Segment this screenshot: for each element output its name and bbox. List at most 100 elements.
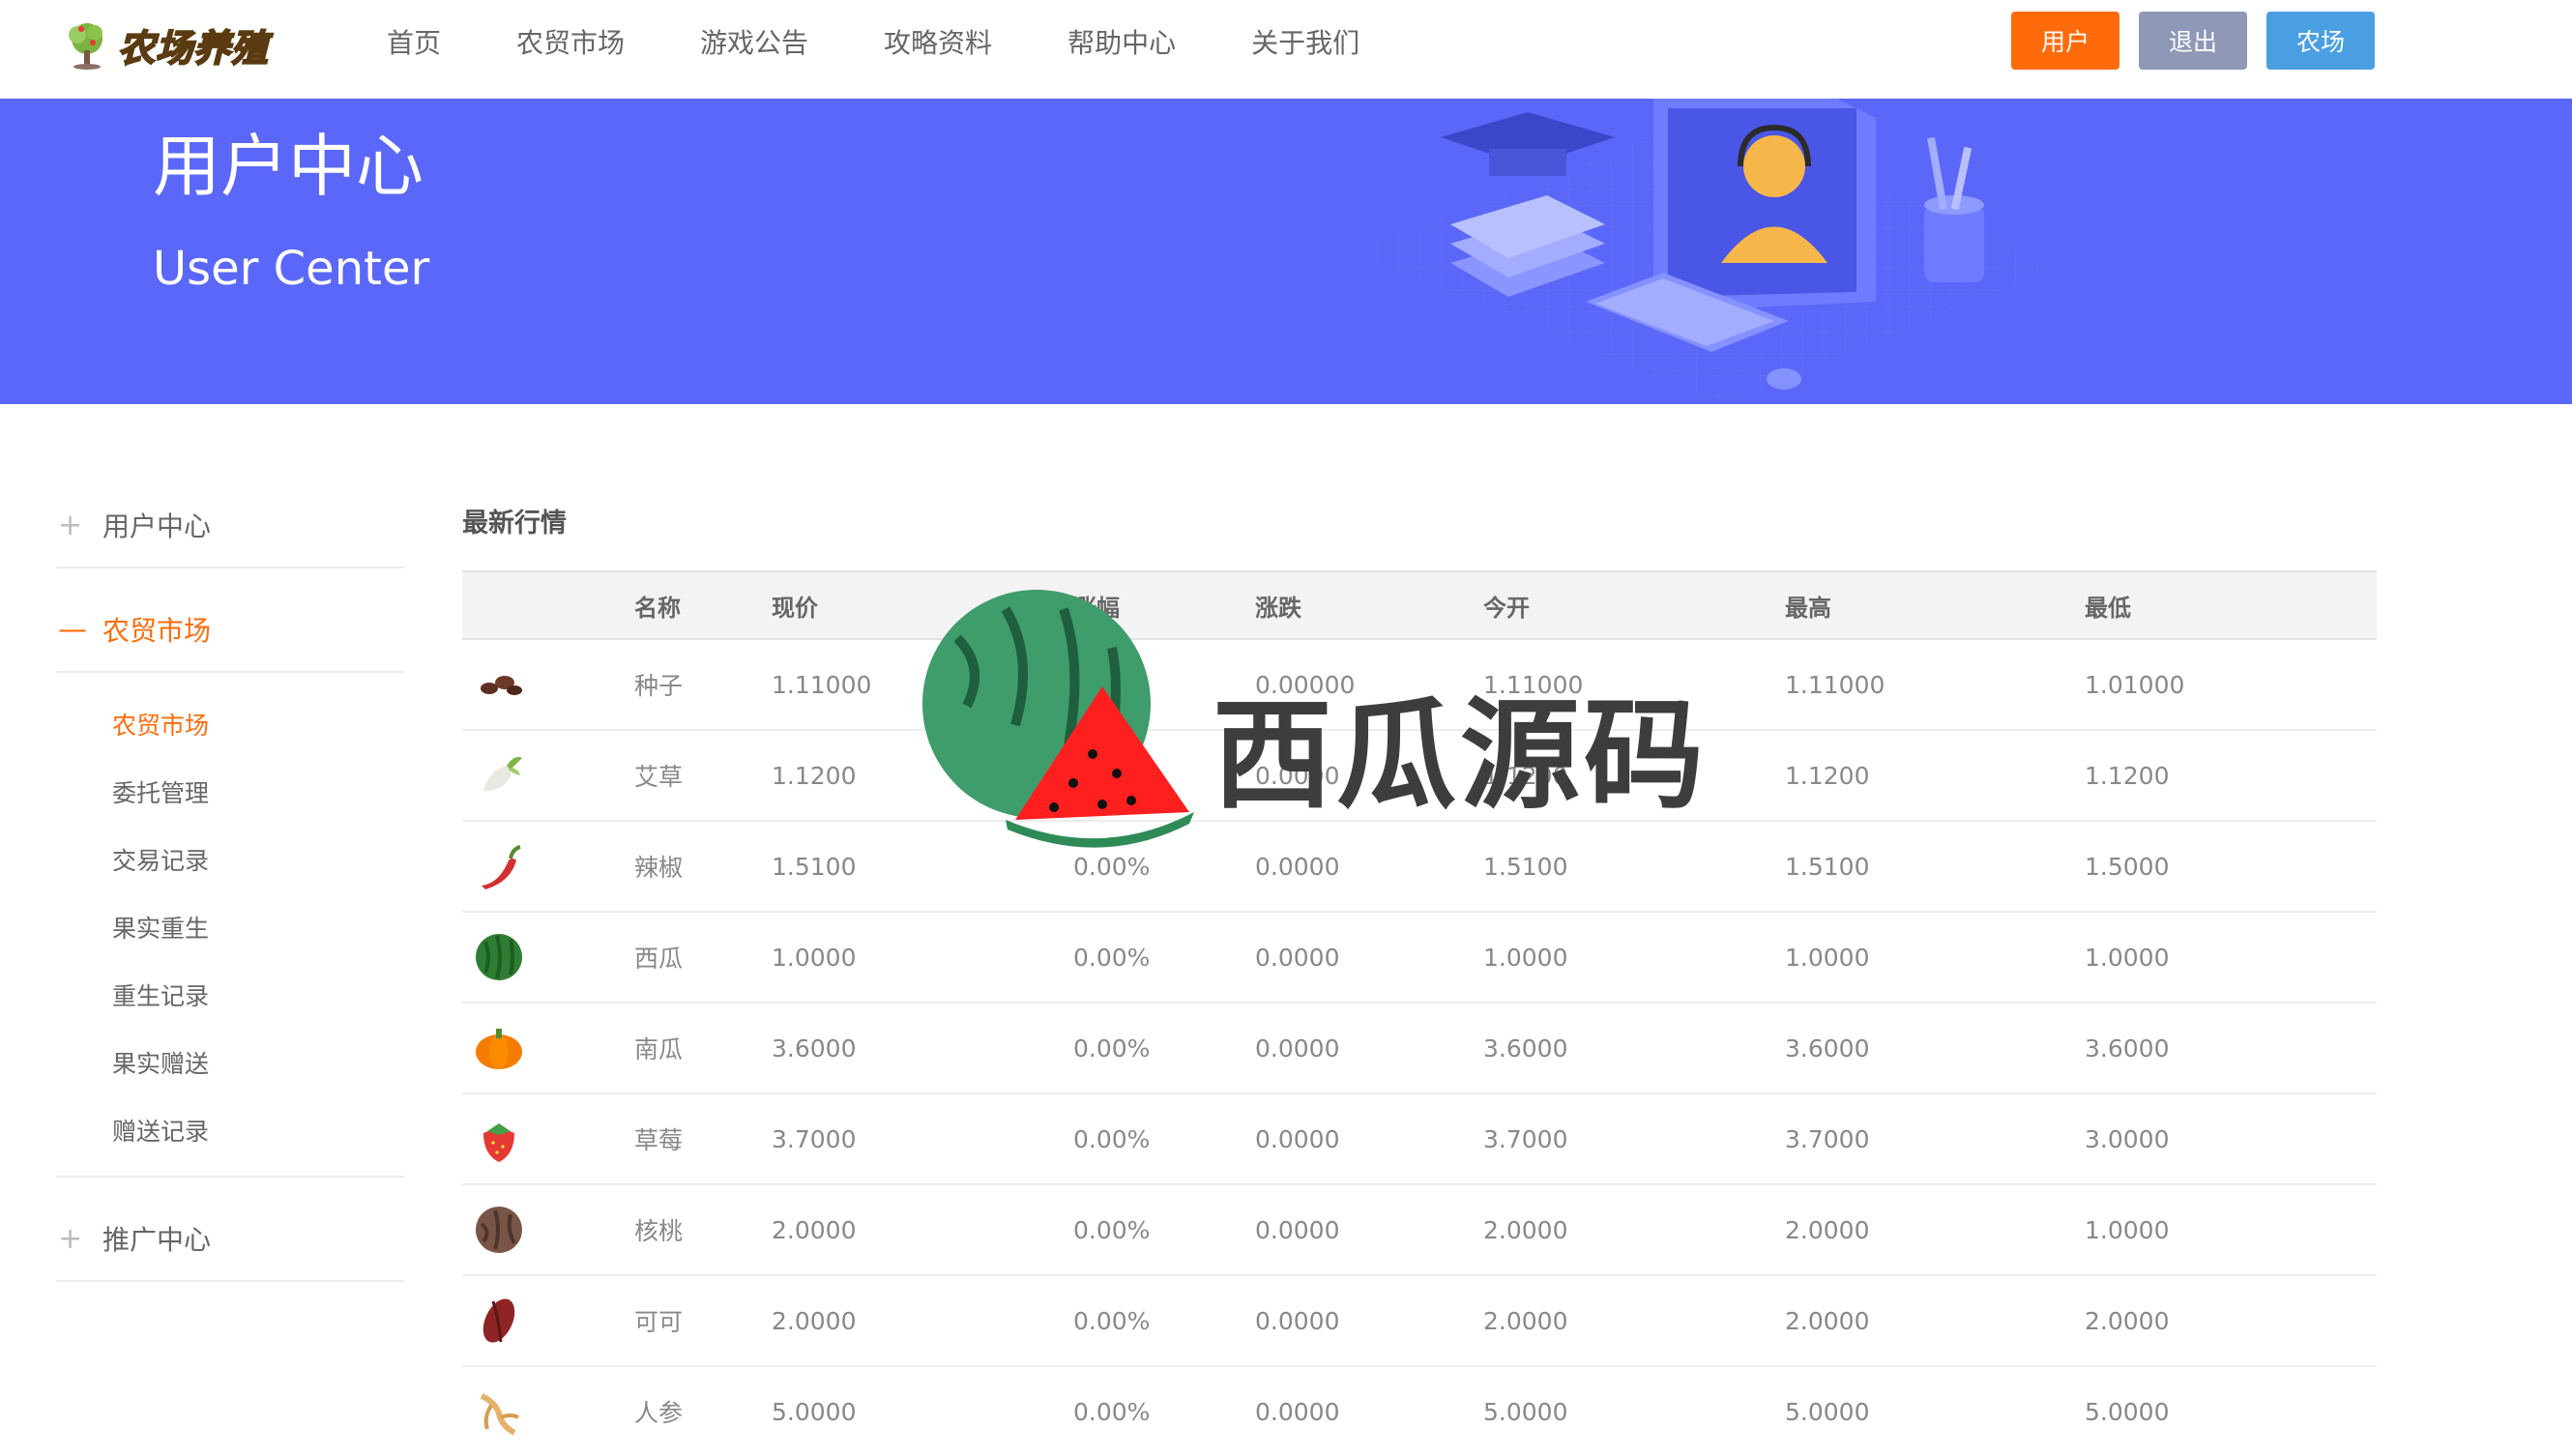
table-row[interactable]: 西瓜 1.0000 0.00% 0.0000 1.0000 1.0000 1.0000 bbox=[462, 912, 2377, 1004]
col-icon bbox=[462, 571, 634, 639]
row-icon-cell bbox=[462, 1003, 634, 1094]
cell-change: 0.0000 bbox=[1255, 1366, 1483, 1456]
cell-change: 0.0000 bbox=[1255, 1093, 1483, 1185]
cell-name: 辣椒 bbox=[634, 821, 772, 913]
sidebar-group-label: 农贸市场 bbox=[102, 615, 212, 647]
cell-low: 3.0000 bbox=[2085, 1093, 2377, 1185]
top-header: 农场养殖 首页 农贸市场 游戏公告 攻略资料 帮助中心 关于我们 用户 退出 农… bbox=[0, 0, 2572, 99]
cell-open: 1.0000 bbox=[1483, 912, 1785, 1004]
cell-low: 3.6000 bbox=[2085, 1003, 2377, 1094]
sidebar-group-user-center[interactable]: + 用户中心 bbox=[56, 483, 404, 568]
cell-change-pct: 0.00% bbox=[1073, 1093, 1255, 1185]
row-icon-cell bbox=[462, 821, 634, 913]
sidebar-item-rebirth-records[interactable]: 重生记录 bbox=[56, 963, 404, 1031]
cell-high: 3.7000 bbox=[1785, 1093, 2085, 1185]
tree-logo-icon bbox=[69, 23, 102, 70]
row-icon-cell bbox=[462, 1093, 634, 1185]
sidebar-group-promotion[interactable]: + 推广中心 bbox=[56, 1197, 404, 1282]
row-icon-cell bbox=[462, 912, 634, 1004]
sidebar-group-label: 用户中心 bbox=[102, 510, 212, 542]
cell-price: 5.0000 bbox=[772, 1366, 1073, 1456]
col-low: 最低 bbox=[2085, 594, 2131, 622]
cell-low: 5.0000 bbox=[2085, 1366, 2377, 1456]
cell-open: 5.0000 bbox=[1483, 1366, 1785, 1456]
nav-market[interactable]: 农贸市场 bbox=[516, 22, 625, 61]
collapse-minus-icon: — bbox=[58, 612, 87, 647]
cell-change-pct: 0.00% bbox=[1073, 1003, 1255, 1094]
section-title: 最新行情 bbox=[462, 509, 567, 539]
nav-about[interactable]: 关于我们 bbox=[1251, 22, 1359, 61]
cell-low: 1.0000 bbox=[2085, 912, 2377, 1004]
table-row[interactable]: 南瓜 3.6000 0.00% 0.0000 3.6000 3.6000 3.6000 bbox=[462, 1003, 2377, 1094]
nav-guides[interactable]: 攻略资料 bbox=[884, 22, 992, 61]
cell-name: 南瓜 bbox=[634, 1003, 772, 1094]
cell-price: 3.6000 bbox=[772, 1003, 1073, 1094]
cacao-icon bbox=[482, 1298, 515, 1343]
sidebar-item-orders[interactable]: 委托管理 bbox=[56, 760, 404, 828]
cell-high: 2.0000 bbox=[1785, 1184, 2085, 1276]
cell-low: 1.1200 bbox=[2085, 730, 2377, 822]
pumpkin-icon bbox=[476, 1029, 522, 1069]
sidebar-group-market[interactable]: — 农贸市场 bbox=[56, 588, 404, 673]
sidebar-item-fruit-rebirth[interactable]: 果实重生 bbox=[56, 895, 404, 963]
cell-price: 1.0000 bbox=[772, 912, 1073, 1004]
user-center-banner: 用户中心 User Center bbox=[0, 99, 2572, 404]
cell-change: 0.0000 bbox=[1255, 1275, 1483, 1367]
user-button[interactable]: 用户 bbox=[2011, 12, 2119, 70]
sidebar-group-label: 推广中心 bbox=[102, 1224, 212, 1256]
cell-price: 3.7000 bbox=[772, 1093, 1073, 1185]
cell-open: 3.6000 bbox=[1483, 1003, 1785, 1094]
row-icon-cell bbox=[462, 1366, 634, 1456]
watermark-text: 西瓜源码 bbox=[1213, 686, 1709, 826]
table-row[interactable]: 核桃 2.0000 0.00% 0.0000 2.0000 2.0000 1.0000 bbox=[462, 1184, 2377, 1276]
chili-icon bbox=[482, 845, 521, 889]
sidebar-submenu-market: 农贸市场 委托管理 交易记录 果实重生 重生记录 果实赠送 赠送记录 bbox=[56, 692, 404, 1178]
sidebar-item-fruit-gift[interactable]: 果实赠送 bbox=[56, 1031, 404, 1098]
farm-button[interactable]: 农场 bbox=[2266, 12, 2375, 70]
cell-price: 2.0000 bbox=[772, 1184, 1073, 1276]
walnut-icon bbox=[476, 1207, 522, 1253]
nav-home[interactable]: 首页 bbox=[387, 22, 441, 61]
sidebar-item-gift-records[interactable]: 赠送记录 bbox=[56, 1098, 404, 1166]
row-icon-cell bbox=[462, 1184, 634, 1276]
cell-high: 1.1200 bbox=[1785, 730, 2085, 822]
logo[interactable]: 农场养殖 bbox=[60, 15, 282, 73]
strawberry-icon bbox=[483, 1123, 514, 1162]
logout-button[interactable]: 退出 bbox=[2139, 12, 2247, 70]
expand-plus-icon: + bbox=[58, 508, 83, 542]
cell-name: 西瓜 bbox=[634, 912, 772, 1004]
radish-icon bbox=[483, 757, 522, 792]
row-icon-cell bbox=[462, 639, 634, 731]
ginseng-icon bbox=[480, 1393, 519, 1436]
cell-change-pct: 0.00% bbox=[1073, 1366, 1255, 1456]
cell-change-pct: 0.00% bbox=[1073, 912, 1255, 1004]
nav-announcements[interactable]: 游戏公告 bbox=[700, 22, 808, 61]
cell-price: 2.0000 bbox=[772, 1275, 1073, 1367]
cell-open: 2.0000 bbox=[1483, 1184, 1785, 1276]
cell-high: 3.6000 bbox=[1785, 1003, 2085, 1094]
cell-change-pct: 0.00% bbox=[1073, 1184, 1255, 1276]
cell-low: 2.0000 bbox=[2085, 1275, 2377, 1367]
cell-high: 1.5100 bbox=[1785, 821, 2085, 913]
nav-help[interactable]: 帮助中心 bbox=[1067, 22, 1176, 61]
cell-name: 种子 bbox=[634, 639, 772, 731]
table-row[interactable]: 人参 5.0000 0.00% 0.0000 5.0000 5.0000 5.0000 bbox=[462, 1366, 2377, 1456]
sidebar-item-trade-records[interactable]: 交易记录 bbox=[56, 828, 404, 895]
cell-open: 3.7000 bbox=[1483, 1093, 1785, 1185]
cell-name: 可可 bbox=[634, 1275, 772, 1367]
logo-text: 农场养殖 bbox=[117, 26, 270, 71]
cell-change: 0.0000 bbox=[1255, 1184, 1483, 1276]
col-name: 名称 bbox=[634, 594, 681, 622]
cell-name: 艾草 bbox=[634, 730, 772, 822]
table-row[interactable]: 草莓 3.7000 0.00% 0.0000 3.7000 3.7000 3.0000 bbox=[462, 1093, 2377, 1185]
cell-change: 0.0000 bbox=[1255, 1003, 1483, 1094]
sidebar: + 用户中心 — 农贸市场 农贸市场 委托管理 交易记录 果实重生 重生记录 果… bbox=[56, 483, 404, 1301]
main-nav: 首页 农贸市场 游戏公告 攻略资料 帮助中心 关于我们 bbox=[387, 0, 1435, 83]
sidebar-item-market[interactable]: 农贸市场 bbox=[56, 692, 404, 760]
cell-low: 1.5000 bbox=[2085, 821, 2377, 913]
header-buttons: 用户 退出 农场 bbox=[2011, 12, 2394, 70]
cell-name: 人参 bbox=[634, 1366, 772, 1456]
table-row[interactable]: 可可 2.0000 0.00% 0.0000 2.0000 2.0000 2.0000 bbox=[462, 1275, 2377, 1367]
cell-low: 1.01000 bbox=[2085, 639, 2377, 731]
banner-subtitle: User Center bbox=[153, 242, 430, 296]
